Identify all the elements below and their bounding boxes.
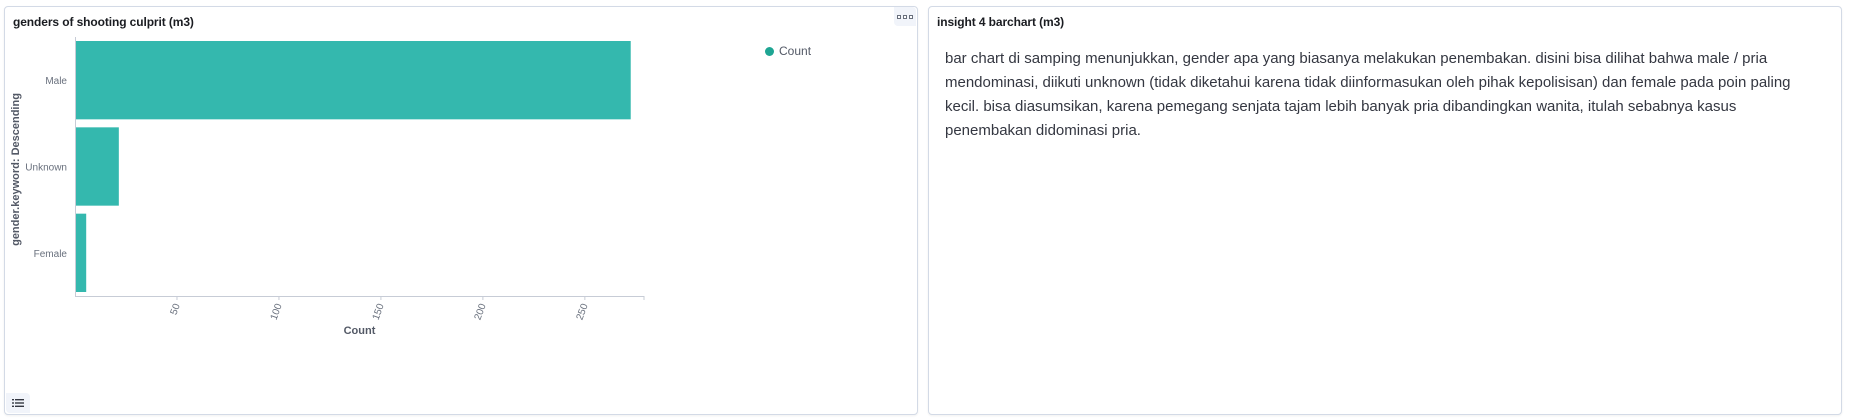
- bar-female: [76, 213, 87, 292]
- visualization-panel-gender-chart: genders of shooting culprit (m3) Male Unk…: [4, 6, 918, 415]
- legend-color-dot: [765, 46, 774, 56]
- y-tick-label: Unknown: [25, 163, 67, 174]
- x-tick-label: 250: [575, 302, 591, 322]
- legend-label: Count: [779, 44, 812, 58]
- x-axis-title: Count: [344, 325, 376, 337]
- x-tick-label: 100: [269, 302, 285, 322]
- panel-title: insight 4 barchart (m3): [937, 15, 1065, 29]
- legend-toggle-button[interactable]: [6, 393, 30, 413]
- x-tick-label: 200: [473, 302, 489, 322]
- bar-unknown: [76, 127, 119, 206]
- y-tick-label: Female: [34, 249, 68, 260]
- insight-text: bar chart di samping menunjukkan, gender…: [945, 50, 1791, 139]
- legend-item-count[interactable]: Count: [765, 44, 811, 58]
- x-tick-label: 150: [371, 302, 387, 322]
- bar-chart: Male Unknown Female 50 100 150 200 250 Count gend…: [10, 37, 645, 337]
- bar-male: [76, 41, 631, 120]
- y-axis-title: gender.keyword: Descending: [10, 93, 22, 246]
- list-icon: [12, 399, 24, 407]
- markdown-panel-insight: insight 4 barchart (m3) bar chart di sam…: [928, 6, 1842, 415]
- x-tick-label: 50: [169, 302, 183, 317]
- y-tick-label: Male: [45, 76, 67, 87]
